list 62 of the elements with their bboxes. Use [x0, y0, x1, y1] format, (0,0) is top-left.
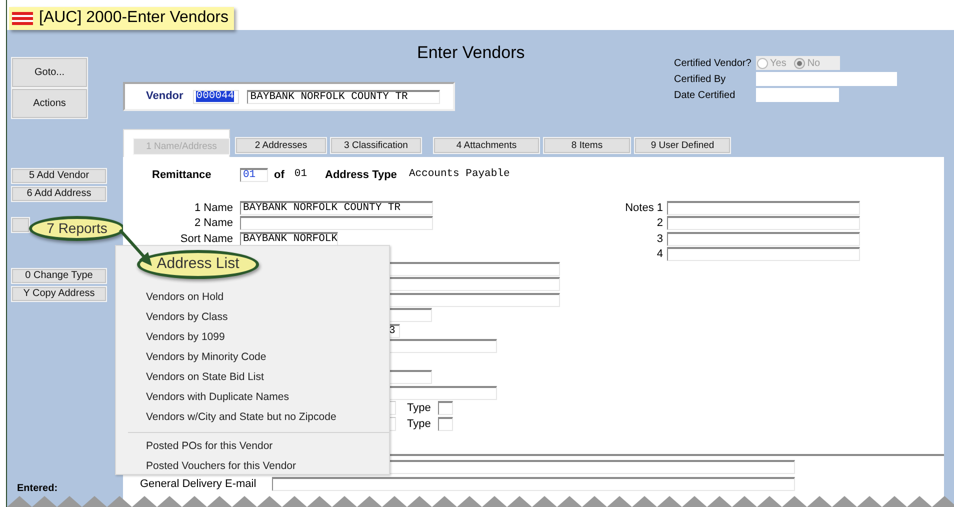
certified-by-label: Certified By	[674, 72, 727, 86]
type-field[interactable]	[438, 416, 453, 431]
tab[interactable]: 8 Items	[544, 138, 630, 153]
remittance-total: 01	[294, 167, 307, 182]
type-label: Type	[407, 416, 431, 432]
menu-item[interactable]: Vendors with Duplicate Names	[116, 387, 389, 407]
notes-label: 4	[656, 247, 664, 262]
tab[interactable]: 9 User Defined	[635, 138, 730, 153]
notes-label: Notes 1	[624, 200, 664, 216]
menu-item[interactable]: Vendors on State Bid List	[116, 367, 389, 387]
name-label: Sort Name	[179, 232, 234, 246]
side-button[interactable]: 6 Add Address	[12, 187, 106, 201]
email-field[interactable]	[272, 476, 795, 491]
notes-field[interactable]	[667, 232, 860, 246]
callout: 7 Reports	[29, 216, 125, 241]
of-label: of	[274, 168, 284, 183]
remittance-field[interactable]: 01	[240, 168, 268, 182]
name-field[interactable]	[240, 216, 433, 230]
notes-label: 3	[656, 232, 664, 246]
vendor-label: Vendor	[146, 89, 184, 104]
certified-label: Certified Vendor?	[674, 56, 752, 70]
menu-item[interactable]: Vendors on Hold	[116, 287, 389, 307]
menu-item[interactable]: Posted POs for this Vendor	[116, 436, 389, 456]
vendor-name-field[interactable]: BAYBANK NORFOLK COUNTY TR	[247, 90, 440, 104]
remittance-label: Remittance	[152, 168, 212, 183]
notes-field[interactable]	[667, 247, 860, 262]
address-type-value: Accounts Payable	[408, 167, 510, 182]
type-field[interactable]	[438, 401, 453, 416]
address-type-label: Address Type	[325, 168, 397, 183]
tab[interactable]: 4 Attachments	[434, 138, 539, 153]
window-title: [AUC] 2000-Enter Vendors	[39, 8, 228, 28]
notes-field[interactable]	[667, 200, 860, 215]
name-label: 1 Name	[193, 200, 234, 216]
tab[interactable]: 3 Classification	[331, 138, 421, 153]
date-certified-field[interactable]	[756, 88, 839, 102]
notes-field[interactable]	[667, 216, 860, 230]
menu-item[interactable]: Vendors w/City and State but no Zipcode	[116, 407, 389, 427]
name-field[interactable]: BAYBANK NORFOLK COUNTY TR	[240, 200, 433, 215]
entered-label: Entered:	[17, 482, 59, 496]
type-label: Type	[407, 401, 431, 416]
menu-item[interactable]: Vendors by Class	[116, 307, 389, 327]
side-button[interactable]: 0 Change Type	[12, 268, 106, 282]
menu-item[interactable]: Vendors by 1099	[116, 327, 389, 347]
app-icon	[12, 12, 33, 24]
callout-arrow	[118, 229, 152, 266]
side-button[interactable]: 5 Add Vendor	[12, 169, 106, 183]
date-certified-label: Date Certified	[674, 88, 736, 102]
side-button[interactable]: Y Copy Address	[12, 286, 106, 300]
form-heading: Enter Vendors	[416, 42, 526, 63]
side-button[interactable]: Goto...	[12, 58, 87, 87]
menu-item[interactable]: Address List	[137, 250, 259, 279]
email-label: General Delivery E-mail	[140, 476, 258, 492]
menu-item[interactable]: Posted Vouchers for this Vendor	[116, 456, 389, 476]
certified-by-field[interactable]	[756, 72, 897, 86]
vendor-code-field[interactable]: 000044	[193, 90, 240, 104]
menu-item[interactable]: Vendors by Minority Code	[116, 347, 389, 367]
radio-label: Yes	[770, 56, 786, 70]
notes-label: 2	[656, 216, 664, 231]
name-label: 2 Name	[193, 216, 234, 231]
radio-label: No	[807, 56, 820, 70]
side-button[interactable]: Actions	[12, 89, 87, 118]
tab[interactable]: 2 Addresses	[236, 138, 326, 153]
